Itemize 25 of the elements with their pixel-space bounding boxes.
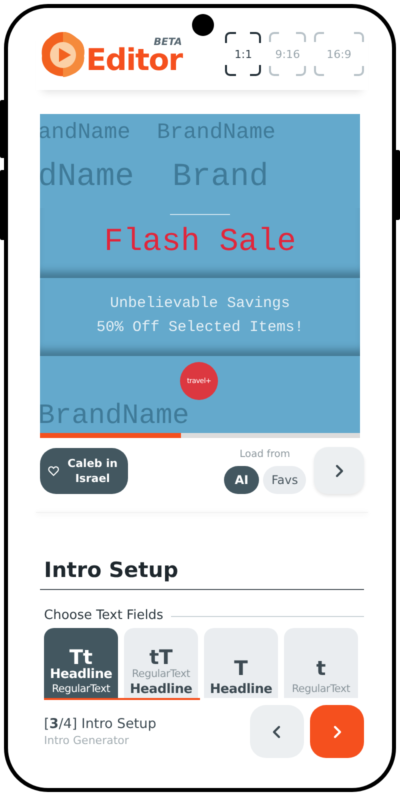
step-title: [3/4] Intro Setup bbox=[44, 716, 158, 732]
camera-notch bbox=[192, 14, 214, 36]
aspect-ratio-button[interactable]: 1:1 bbox=[225, 32, 262, 76]
load-from-label: Load from bbox=[240, 449, 290, 461]
source-toggle[interactable]: AI bbox=[224, 466, 260, 494]
subtext-line: Unbelievable Savings bbox=[110, 294, 290, 314]
profile-button[interactable]: Caleb in Israel bbox=[40, 448, 128, 494]
subtext-line: 50% Off Selected Items! bbox=[96, 318, 304, 338]
text-field-option[interactable]: t RegularText bbox=[284, 628, 358, 698]
chevron-left-icon bbox=[272, 724, 282, 738]
headline-rule bbox=[170, 214, 230, 215]
text-field-option[interactable]: T Headline bbox=[204, 628, 278, 698]
headline-text: Flash Sale bbox=[104, 225, 296, 259]
text-field-option[interactable]: Tt Headline RegularText bbox=[44, 628, 118, 698]
text-field-option[interactable]: tT RegularText Headline bbox=[124, 628, 198, 698]
step-subtitle: Intro Generator bbox=[44, 734, 130, 747]
section-title: Intro Setup bbox=[40, 557, 364, 590]
next-button[interactable] bbox=[314, 447, 364, 494]
chevron-right-icon bbox=[332, 724, 342, 738]
forward-button[interactable] bbox=[310, 705, 364, 758]
source-toggle[interactable]: Favs bbox=[263, 466, 306, 494]
logo-icon bbox=[40, 30, 86, 78]
chevron-right-icon bbox=[334, 464, 344, 478]
previous-button[interactable] bbox=[250, 705, 304, 758]
section-subtitle: Choose Text Fields bbox=[44, 608, 164, 624]
